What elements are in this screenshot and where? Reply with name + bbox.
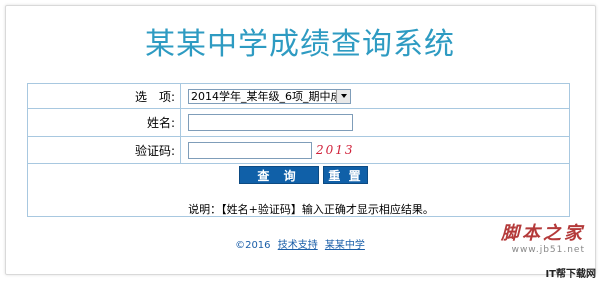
watermark-url: www.jb51.net: [511, 245, 585, 255]
code-label: 验证码:: [28, 137, 181, 163]
exam-row: 选 项: 2014学年_某年级_6项_期中成绩: [28, 84, 569, 109]
query-button[interactable]: 查 询: [239, 166, 319, 184]
name-row: 姓名:: [28, 109, 569, 137]
exam-label: 选 项:: [28, 84, 181, 108]
query-form: 选 项: 2014学年_某年级_6项_期中成绩 姓名: 验证码: 2013 查 …: [27, 83, 570, 217]
watermark-logo: 脚本之家 www.jb51.net: [501, 219, 585, 255]
button-row: 查 询 重 置: [28, 166, 569, 188]
exam-select-value: 2014学年_某年级_6项_期中成绩: [191, 90, 350, 103]
support-link[interactable]: 技术支持: [278, 240, 318, 251]
chevron-down-icon[interactable]: [336, 89, 350, 103]
exam-select[interactable]: 2014学年_某年级_6项_期中成绩: [188, 88, 351, 104]
school-link[interactable]: 某某中学: [325, 240, 365, 251]
watermark-brand: 脚本之家: [501, 223, 585, 244]
copyright: ©2016: [235, 240, 271, 251]
name-input[interactable]: [188, 114, 353, 131]
name-label: 姓名:: [28, 109, 181, 136]
code-row: 验证码: 2013: [28, 137, 569, 164]
reset-button[interactable]: 重 置: [323, 166, 368, 184]
corner-watermark: IT帮下载网: [545, 269, 596, 280]
instruction-note: 说明：【姓名+验证码】输入正确才显示相应结果。: [188, 203, 434, 216]
captcha-image[interactable]: 2013: [316, 143, 355, 157]
page-title: 某某中学成绩查询系统: [145, 27, 455, 62]
code-input[interactable]: [188, 141, 312, 159]
